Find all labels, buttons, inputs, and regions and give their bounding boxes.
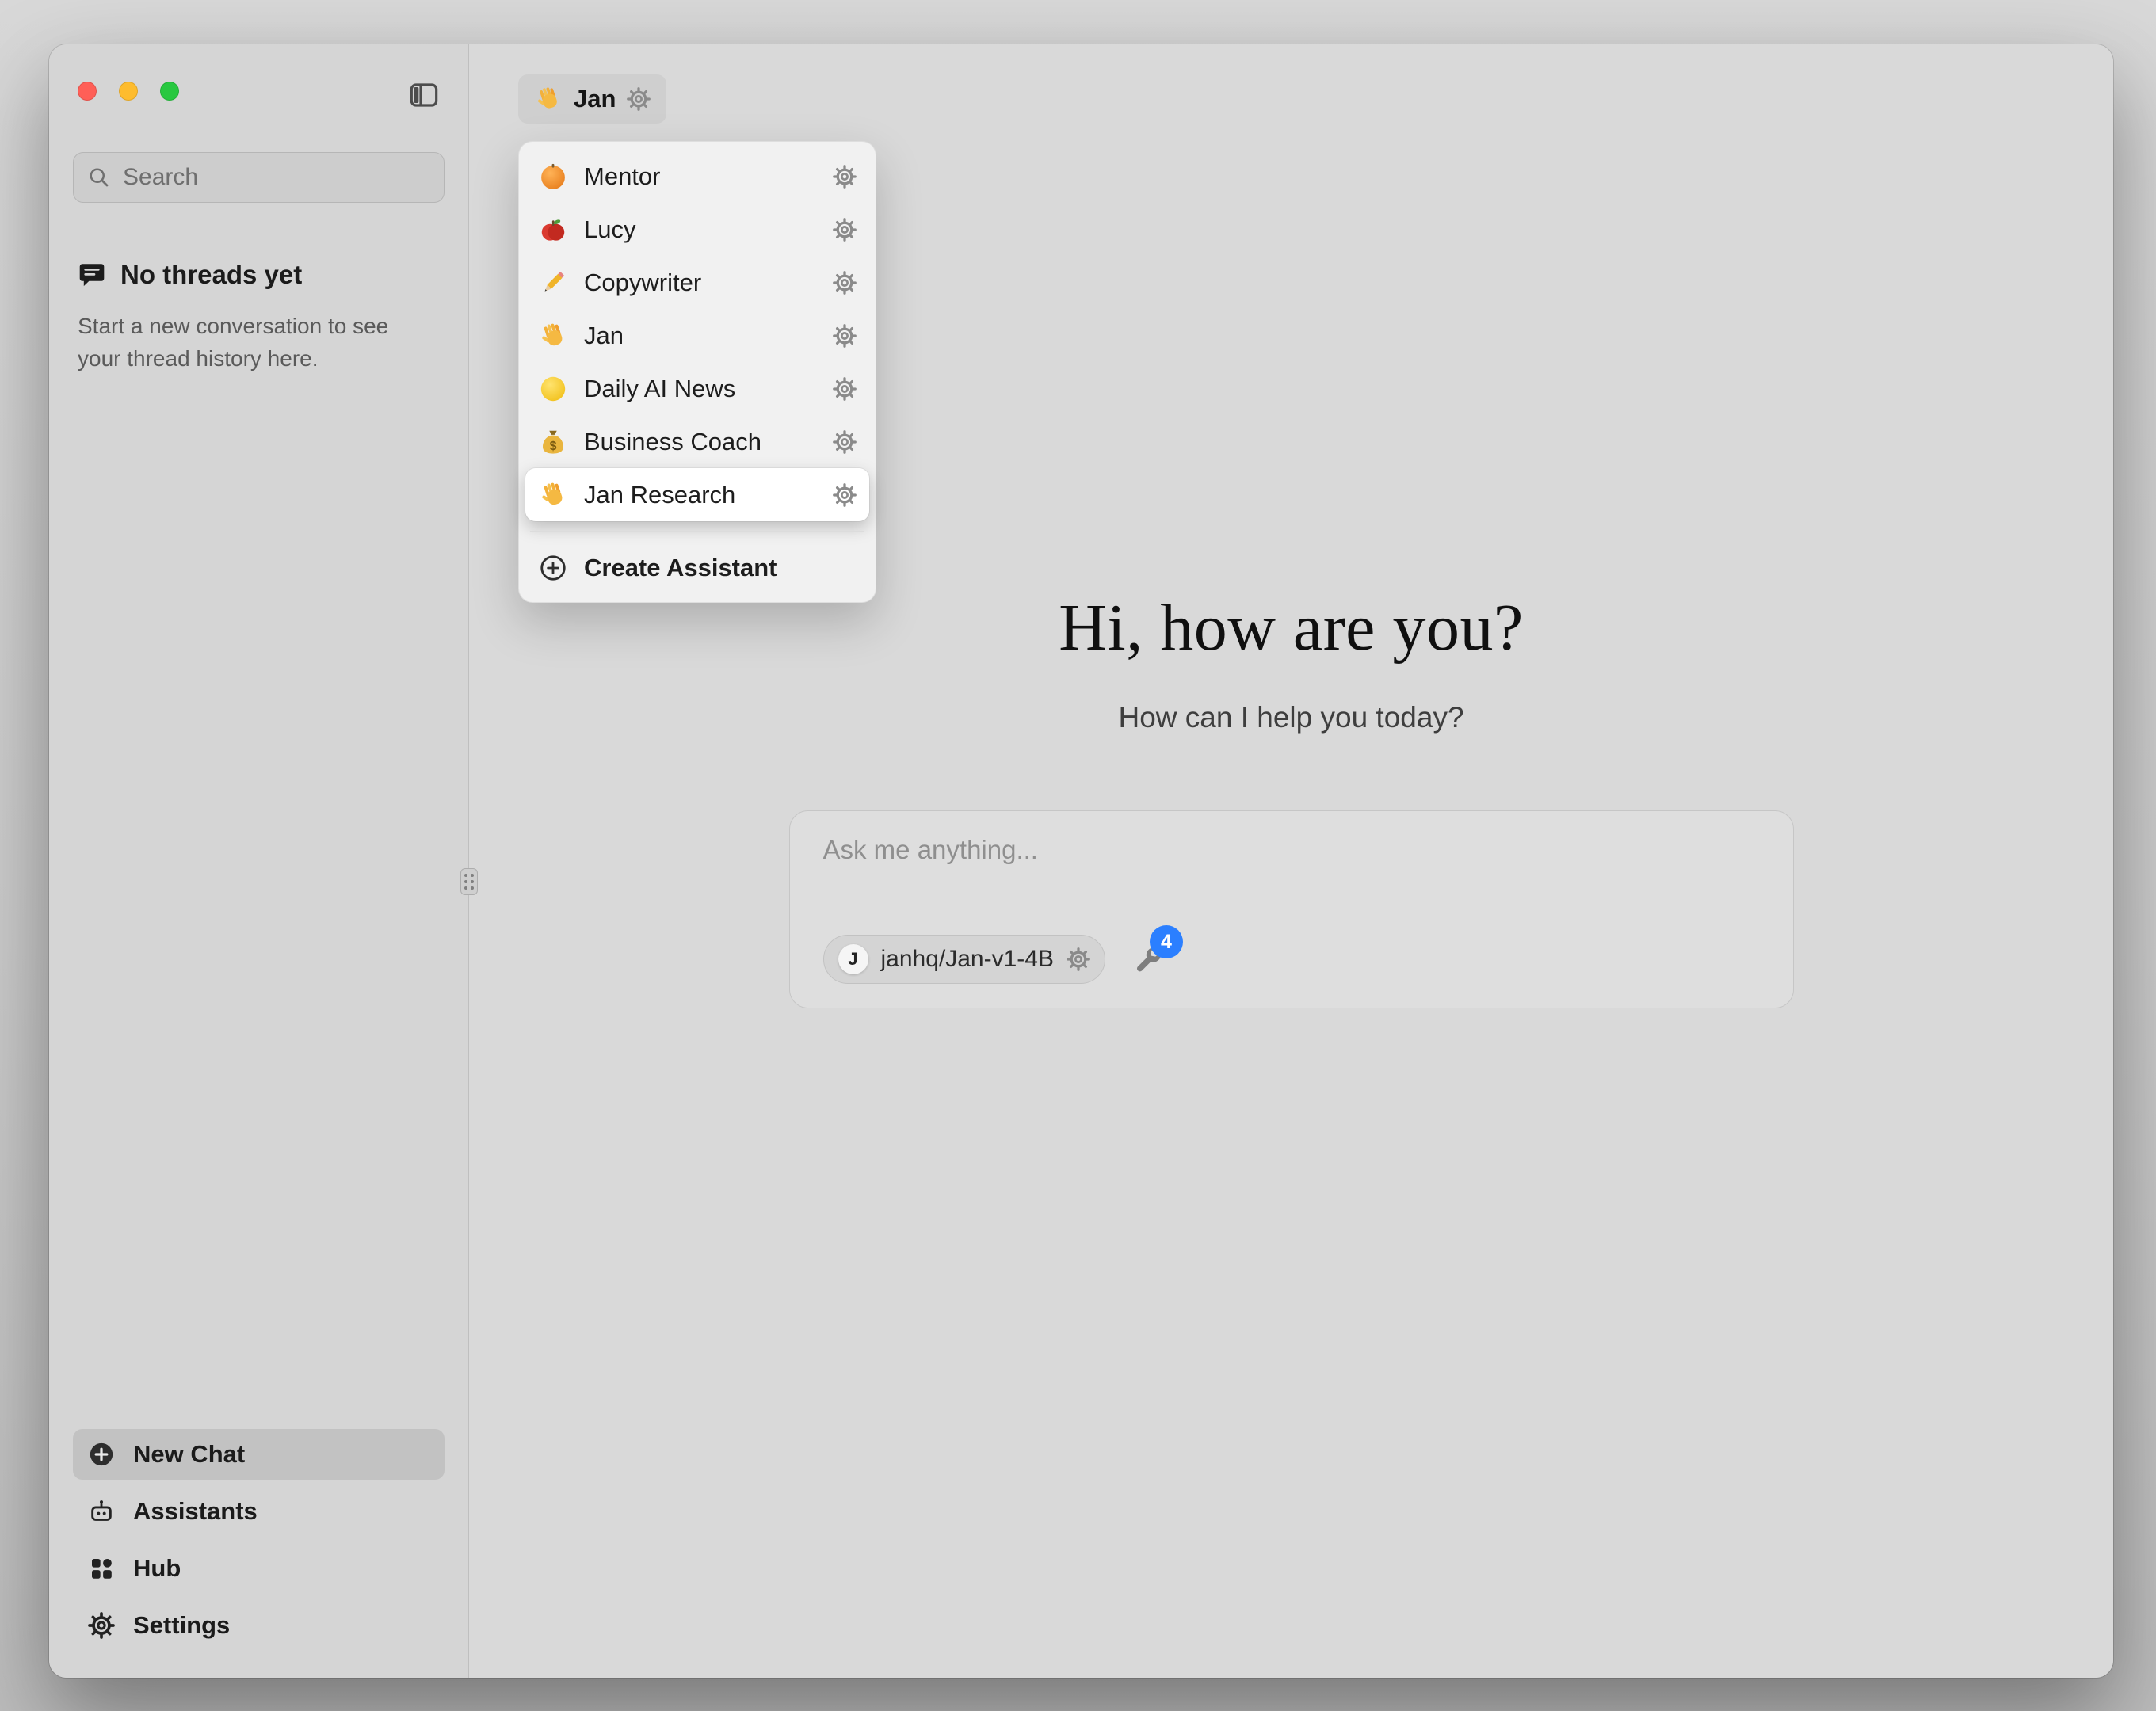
- nav-item-label: Hub: [133, 1554, 181, 1583]
- assistant-menu: Mentor Lucy: [518, 141, 876, 603]
- model-name: janhq/Jan-v1-4B: [881, 946, 1054, 973]
- assistants-icon: [87, 1497, 116, 1526]
- tools-button[interactable]: 4: [1132, 946, 1164, 977]
- settings-gear-icon: [87, 1611, 116, 1640]
- apple-icon: [538, 215, 568, 245]
- main-header: Jan: [469, 44, 2113, 124]
- assistant-settings-icon[interactable]: [833, 483, 857, 507]
- empty-state-title: No threads yet: [120, 260, 302, 290]
- search-icon: [87, 166, 111, 189]
- assistant-settings-icon[interactable]: [833, 271, 857, 295]
- menu-item-label: Jan: [584, 322, 624, 350]
- pencil-icon: [538, 268, 568, 298]
- menu-item-label: Copywriter: [584, 269, 701, 297]
- create-assistant-button[interactable]: Create Assistant: [525, 541, 869, 594]
- chat-bubble-icon: [78, 261, 106, 289]
- sidebar-nav: New Chat Assistants: [73, 1429, 445, 1678]
- menu-item-label: Daily AI News: [584, 375, 735, 403]
- menu-item-lucy[interactable]: Lucy: [525, 203, 869, 256]
- yellow-circle-icon: [538, 374, 568, 404]
- nav-item-label: Assistants: [133, 1497, 258, 1526]
- model-settings-icon[interactable]: [1067, 947, 1090, 971]
- sidebar-item-hub[interactable]: Hub: [73, 1543, 445, 1594]
- titlebar: [73, 44, 445, 138]
- model-avatar: J: [838, 944, 868, 974]
- menu-separator: [530, 531, 864, 532]
- menu-item-label: Create Assistant: [584, 554, 777, 582]
- assistant-settings-icon[interactable]: [627, 87, 651, 111]
- threads-empty-state: No threads yet Start a new conversation …: [73, 260, 445, 375]
- assistant-settings-icon[interactable]: [833, 430, 857, 454]
- new-chat-button[interactable]: New Chat: [73, 1429, 445, 1480]
- greeting-title: Hi, how are you?: [1059, 589, 1523, 666]
- nav-item-label: New Chat: [133, 1440, 245, 1469]
- orange-icon: [538, 162, 568, 192]
- model-selector[interactable]: J janhq/Jan-v1-4B: [823, 935, 1105, 984]
- welcome-area: Hi, how are you? How can I help you toda…: [469, 589, 2113, 1008]
- menu-item-label: Business Coach: [584, 428, 761, 456]
- assistant-selector[interactable]: Jan: [518, 74, 666, 124]
- close-button[interactable]: [78, 82, 97, 101]
- plus-outline-icon: [538, 553, 568, 583]
- plus-circle-icon: [87, 1440, 116, 1469]
- svg-text:$: $: [550, 439, 557, 452]
- menu-item-mentor[interactable]: Mentor: [525, 150, 869, 203]
- chat-input[interactable]: [823, 835, 1760, 935]
- sidebar-resize-handle[interactable]: [460, 868, 478, 895]
- assistant-settings-icon[interactable]: [833, 165, 857, 189]
- traffic-lights: [73, 82, 179, 101]
- menu-item-copywriter[interactable]: Copywriter: [525, 256, 869, 309]
- menu-item-label: Jan Research: [584, 481, 735, 509]
- assistant-settings-icon[interactable]: [833, 324, 857, 348]
- chat-composer: J janhq/Jan-v1-4B 4: [789, 810, 1794, 1008]
- zoom-button[interactable]: [160, 82, 179, 101]
- menu-item-label: Lucy: [584, 215, 635, 244]
- nav-item-label: Settings: [133, 1611, 230, 1640]
- menu-item-jan[interactable]: Jan: [525, 309, 869, 362]
- search-input[interactable]: [73, 152, 445, 203]
- menu-item-business-coach[interactable]: $ Business Coach: [525, 415, 869, 468]
- menu-item-jan-research[interactable]: Jan Research: [525, 468, 869, 521]
- minimize-button[interactable]: [119, 82, 138, 101]
- sidebar-item-assistants[interactable]: Assistants: [73, 1486, 445, 1537]
- main-area: Jan Mentor: [469, 44, 2113, 1678]
- assistant-settings-icon[interactable]: [833, 377, 857, 401]
- tools-count-badge: 4: [1150, 925, 1183, 958]
- composer-toolbar: J janhq/Jan-v1-4B 4: [823, 935, 1760, 984]
- menu-item-label: Mentor: [584, 162, 660, 191]
- sidebar: No threads yet Start a new conversation …: [49, 44, 469, 1678]
- search-box: [73, 152, 445, 203]
- assistant-selector-label: Jan: [574, 85, 616, 113]
- wave-hand-icon: [538, 480, 568, 510]
- assistant-settings-icon[interactable]: [833, 218, 857, 242]
- hub-icon: [87, 1554, 116, 1583]
- sidebar-toggle-icon[interactable]: [408, 79, 440, 108]
- money-bag-icon: $: [538, 427, 568, 457]
- wave-hand-icon: [534, 85, 563, 113]
- wave-hand-icon: [538, 321, 568, 351]
- app-window: No threads yet Start a new conversation …: [49, 44, 2113, 1678]
- empty-state-description: Start a new conversation to see your thr…: [78, 311, 426, 375]
- menu-item-daily-ai-news[interactable]: Daily AI News: [525, 362, 869, 415]
- sidebar-item-settings[interactable]: Settings: [73, 1600, 445, 1651]
- greeting-subtitle: How can I help you today?: [1118, 701, 1463, 734]
